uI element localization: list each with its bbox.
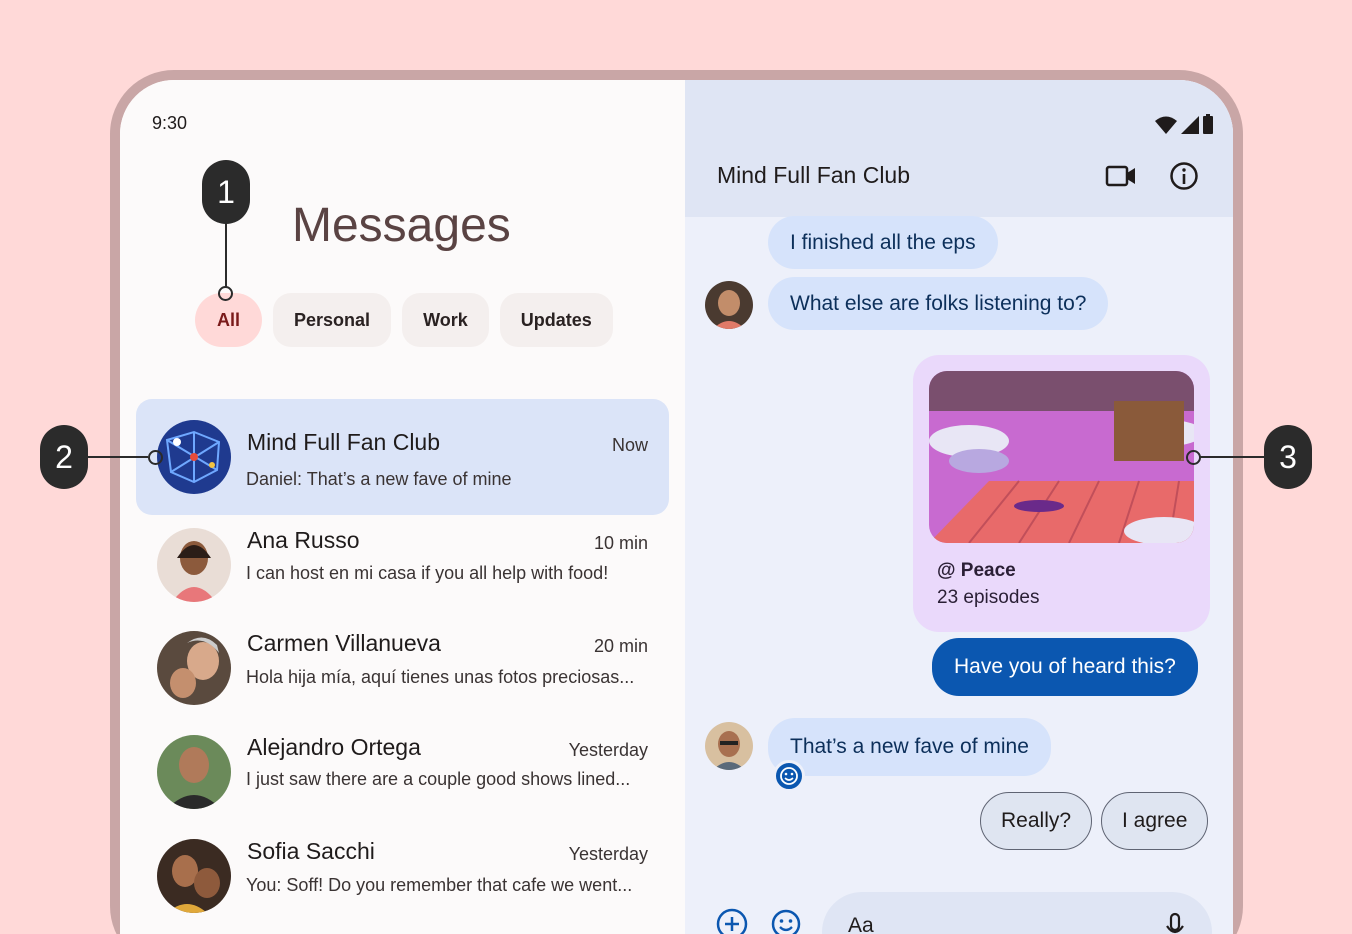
callout-badge-3: 3 (1264, 425, 1312, 489)
callout-line (225, 222, 227, 288)
conversation-time: Yesterday (568, 740, 648, 760)
callout-dot (1186, 450, 1201, 465)
battery-icon (1203, 114, 1213, 134)
conversation-name: Mind Full Fan Club (247, 429, 441, 455)
conversation-name: Sofia Sacchi (247, 838, 375, 864)
reaction-emoji-icon[interactable] (773, 760, 805, 792)
podcast-title: @ Peace (937, 560, 1016, 581)
callout-badge-1: 1 (202, 160, 250, 224)
conversation-row[interactable]: Sofia Sacchi Yesterday You: Soff! Do you… (136, 827, 669, 931)
suggested-reply-chip[interactable]: I agree (1101, 792, 1209, 850)
filter-chip-personal[interactable]: Personal (273, 293, 392, 347)
status-icons (1155, 114, 1213, 134)
wifi-icon (1155, 116, 1177, 134)
conversation-name: Alejandro Ortega (247, 734, 421, 760)
microphone-icon[interactable] (1164, 912, 1186, 934)
conversation-row[interactable]: Carmen Villanueva 20 min Hola hija mía, … (136, 619, 669, 723)
message-composer (822, 892, 1212, 934)
sent-message-bubble[interactable]: Have you of heard this? (932, 638, 1198, 696)
conversation-preview: Daniel: That’s a new fave of mine (246, 469, 512, 489)
suggested-reply-chip[interactable]: Really? (980, 792, 1093, 850)
conversation-row[interactable]: Ana Russo 10 min I can host en mi casa i… (136, 515, 669, 619)
conversation-name: Ana Russo (247, 527, 360, 553)
filter-chips: All Personal Work Updates (195, 293, 613, 347)
emoji-icon[interactable] (769, 907, 803, 934)
chat-header: Mind Full Fan Club (685, 80, 1233, 217)
contact-avatar (157, 528, 231, 602)
conversation-row[interactable]: Alejandro Ortega Yesterday I just saw th… (136, 723, 669, 827)
message-bubble[interactable]: What else are folks listening to? (768, 277, 1109, 330)
add-icon[interactable] (715, 907, 749, 934)
podcast-artwork (929, 371, 1194, 543)
podcast-card[interactable]: @ Peace 23 episodes (913, 355, 1210, 632)
filter-chip-updates[interactable]: Updates (499, 293, 613, 347)
contact-avatar (157, 631, 231, 705)
conversation-preview: You: Soff! Do you remember that cafe we … (246, 875, 633, 895)
callout-dot (148, 450, 163, 465)
signal-icon (1181, 116, 1199, 134)
filter-chip-all[interactable]: All (195, 293, 263, 347)
sender-avatar (705, 722, 753, 770)
callout-line (88, 456, 148, 458)
group-avatar (157, 420, 231, 494)
contact-avatar (157, 839, 231, 913)
video-call-icon[interactable] (1105, 160, 1137, 192)
conversation-list: Mind Full Fan Club Now Daniel: That’s a … (136, 399, 669, 931)
conversation-time: Now (611, 435, 648, 455)
conversation-preview: I just saw there are a couple good shows… (246, 769, 631, 789)
callout-line (1200, 456, 1264, 458)
tablet-screen: 9:30 Messages All Personal Work Updates (120, 80, 1233, 934)
info-icon[interactable] (1168, 160, 1200, 192)
chat-pane: Mind Full Fan Club I finished all the ep… (685, 80, 1233, 934)
callout-dot (218, 286, 233, 301)
podcast-episodes: 23 episodes (937, 587, 1040, 608)
conversation-row[interactable]: Mind Full Fan Club Now Daniel: That’s a … (136, 399, 669, 515)
contact-avatar (157, 735, 231, 809)
conversation-preview: Hola hija mía, aquí tienes unas fotos pr… (246, 667, 635, 687)
conversation-time: 10 min (593, 533, 648, 553)
message-bubble[interactable]: That’s a new fave of mine (768, 718, 1051, 776)
conversation-preview: I can host en mi casa if you all help wi… (246, 563, 609, 583)
conversation-time: Yesterday (568, 844, 648, 864)
chat-title: Mind Full Fan Club (717, 162, 911, 188)
filter-chip-work[interactable]: Work (402, 293, 489, 347)
status-time: 9:30 (152, 113, 188, 133)
callout-badge-2: 2 (40, 425, 88, 489)
conversation-time: 20 min (593, 636, 648, 656)
conversation-name: Carmen Villanueva (247, 630, 441, 656)
page-title: Messages (292, 199, 511, 252)
message-bubble[interactable]: I finished all the eps (768, 216, 998, 269)
message-input[interactable] (848, 914, 1128, 934)
sender-avatar (705, 281, 753, 329)
